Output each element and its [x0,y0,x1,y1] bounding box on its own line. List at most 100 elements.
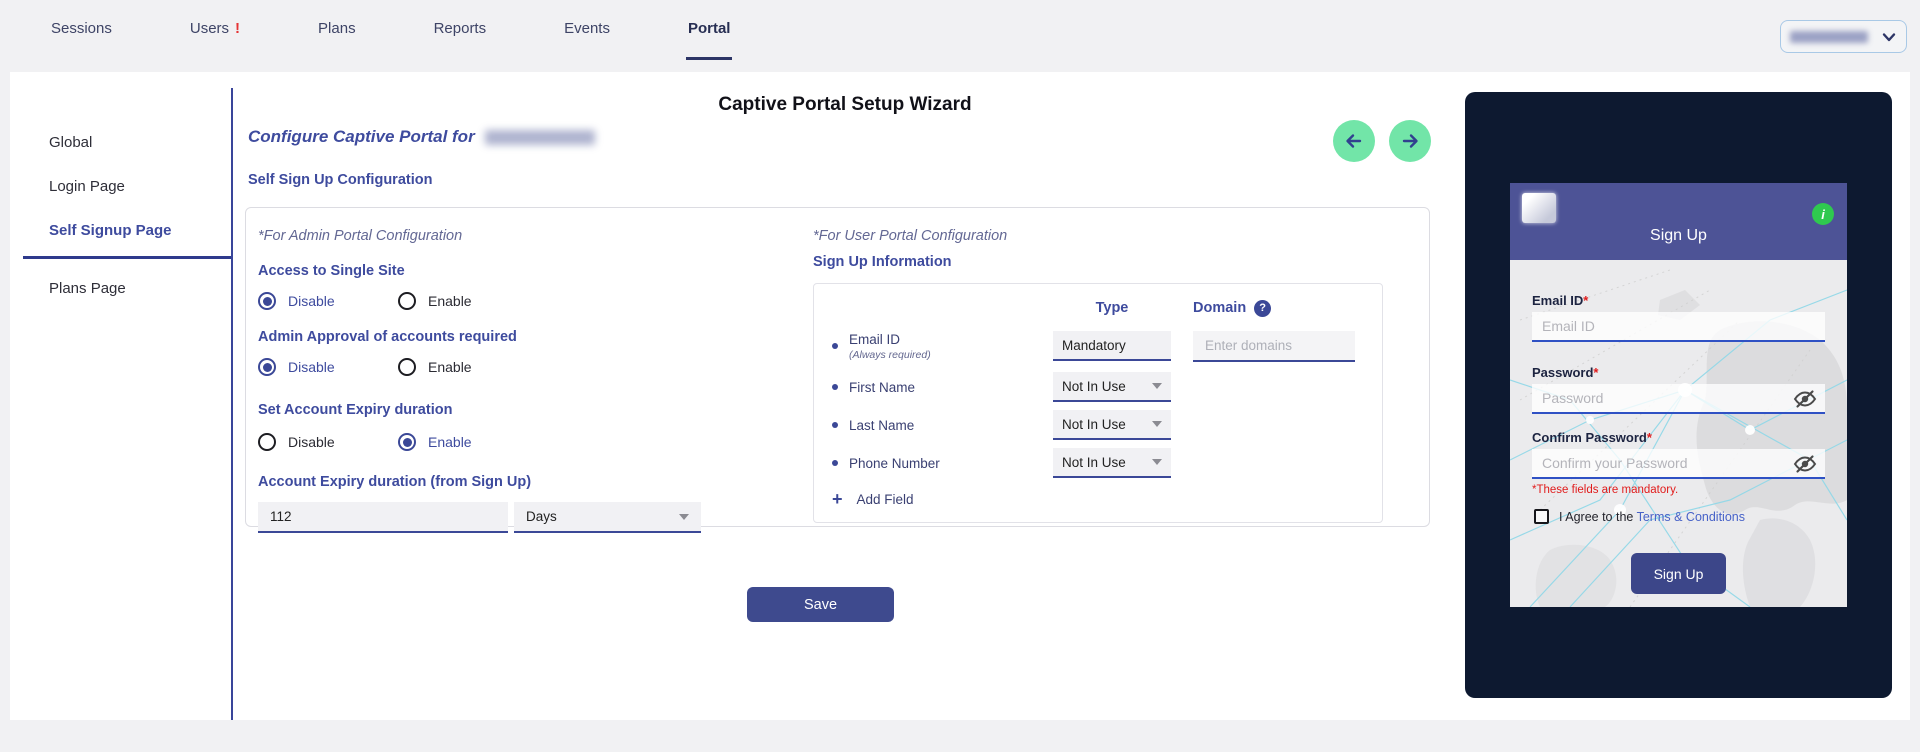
radio-option-label: Enable [428,434,472,450]
radio-unselected-icon [398,292,416,310]
tab-plans-label: Plans [318,20,356,37]
caret-down-icon [679,514,689,520]
eye-off-icon[interactable] [1793,453,1817,475]
email-domain-input[interactable] [1193,331,1355,362]
preview-header: Sign Up i [1510,183,1847,260]
expiry-unit-select[interactable]: Days [514,502,701,533]
sidebar-item-global[interactable]: Global [49,134,92,151]
type-value-label: Not In Use [1062,455,1126,470]
domain-header-label: Domain [1193,300,1246,316]
caret-down-icon [1152,421,1162,427]
tab-events[interactable]: Events [562,0,612,60]
password-label-text: Password [1532,365,1593,380]
arrow-right-icon [1399,130,1421,152]
radio-unselected-icon [258,433,276,451]
password-label: Password* [1532,365,1598,380]
domain-help-icon[interactable]: ? [1254,300,1271,317]
portal-logo [1522,193,1556,223]
expiry-duration-row: Days [258,502,813,533]
required-asterisk: * [1647,430,1652,445]
app-window: Sessions Users! Plans Reports Events Por… [0,0,1920,752]
access-single-site-disable-option[interactable]: Disable [258,292,398,310]
add-field-label: Add Field [857,492,914,507]
account-name-redacted [1790,31,1868,43]
user-portal-column: *For User Portal Configuration Sign Up I… [813,222,1413,526]
info-icon[interactable]: i [1812,203,1834,225]
admin-approval-disable-option[interactable]: Disable [258,358,398,376]
type-value-label: Not In Use [1062,417,1126,432]
chevron-down-icon [1881,29,1897,45]
bullet-icon [832,343,838,349]
first-name-type-select[interactable]: Not In Use [1053,372,1171,402]
column-header-type: Type [1053,300,1193,316]
phone-number-type-select[interactable]: Not In Use [1053,448,1171,478]
access-single-site-options: Disable Enable [258,292,813,310]
agree-text: I Agree to the Terms & Conditions [1559,510,1745,524]
tab-sessions[interactable]: Sessions [49,0,114,60]
sidebar-item-plans-page[interactable]: Plans Page [49,280,126,297]
sidebar-item-self-signup-page[interactable]: Self Signup Page [49,222,172,239]
preview-signup-button[interactable]: Sign Up [1631,553,1726,594]
account-expiry-toggle-options: Disable Enable [258,433,813,451]
tab-reports-label: Reports [434,20,487,37]
table-row-first-name: First Name Not In Use [828,368,1368,406]
wizard-back-button[interactable] [1333,120,1375,162]
sidebar-item-login-page[interactable]: Login Page [49,178,125,195]
signup-information-heading: Sign Up Information [813,254,1383,270]
bullet-icon [832,460,838,466]
field-name: Email ID [849,332,931,347]
terms-checkbox[interactable] [1534,509,1549,524]
radio-unselected-icon [398,358,416,376]
confirm-password-label: Confirm Password* [1532,430,1652,445]
column-header-domain: Domain ? [1193,300,1368,317]
caret-down-icon [1152,383,1162,389]
config-panel: *For Admin Portal Configuration Access t… [245,207,1430,527]
table-header-row: Type Domain ? [828,292,1368,324]
admin-portal-column: *For Admin Portal Configuration Access t… [258,222,813,526]
table-row-phone-number: Phone Number Not In Use [828,444,1368,482]
terms-agree-row: I Agree to the Terms & Conditions [1534,509,1745,524]
expiry-duration-input[interactable] [258,502,508,533]
field-name: Last Name [849,418,914,433]
wizard-next-button[interactable] [1389,120,1431,162]
field-name: First Name [849,380,915,395]
admin-approval-options: Disable Enable [258,358,813,376]
admin-approval-enable-option[interactable]: Enable [398,358,472,376]
radio-selected-icon [398,433,416,451]
tab-reports[interactable]: Reports [432,0,489,60]
tab-plans[interactable]: Plans [316,0,358,60]
sidebar-divider [231,88,233,720]
top-navigation: Sessions Users! Plans Reports Events Por… [0,0,1920,66]
terms-conditions-link[interactable]: Terms & Conditions [1637,510,1745,524]
radio-option-label: Enable [428,359,472,375]
user-portal-heading: *For User Portal Configuration [813,228,1383,244]
expiry-disable-option[interactable]: Disable [258,433,398,451]
agree-text-prefix: I Agree to the [1559,510,1633,524]
bullet-icon [832,422,838,428]
admin-approval-label: Admin Approval of accounts required [258,329,813,345]
save-button[interactable]: Save [747,587,894,622]
access-single-site-enable-option[interactable]: Enable [398,292,472,310]
radio-option-label: Disable [288,293,335,309]
add-field-button[interactable]: + Add Field [828,482,1368,516]
expiry-enable-option[interactable]: Enable [398,433,472,451]
preview-body: Email ID* Password* [1510,260,1847,607]
email-input[interactable] [1532,312,1825,342]
account-selector[interactable] [1780,20,1907,53]
required-asterisk: * [1593,365,1598,380]
confirm-password-input[interactable] [1532,449,1825,479]
tab-sessions-label: Sessions [51,20,112,37]
eye-off-icon[interactable] [1793,388,1817,410]
tab-portal[interactable]: Portal [686,0,733,60]
last-name-type-select[interactable]: Not In Use [1053,410,1171,440]
radio-selected-icon [258,292,276,310]
signup-information-table: Type Domain ? Email ID [813,283,1383,523]
content-card: Global Login Page Self Signup Page Plans… [10,72,1910,720]
sidebar-active-underline [23,256,231,259]
portal-preview-panel: Sign Up i [1465,92,1892,698]
confirm-password-field-wrap [1532,449,1825,479]
preview-title: Sign Up [1510,227,1847,245]
tab-users-label: Users [190,20,229,37]
password-input[interactable] [1532,384,1825,414]
tab-users[interactable]: Users! [188,0,242,60]
